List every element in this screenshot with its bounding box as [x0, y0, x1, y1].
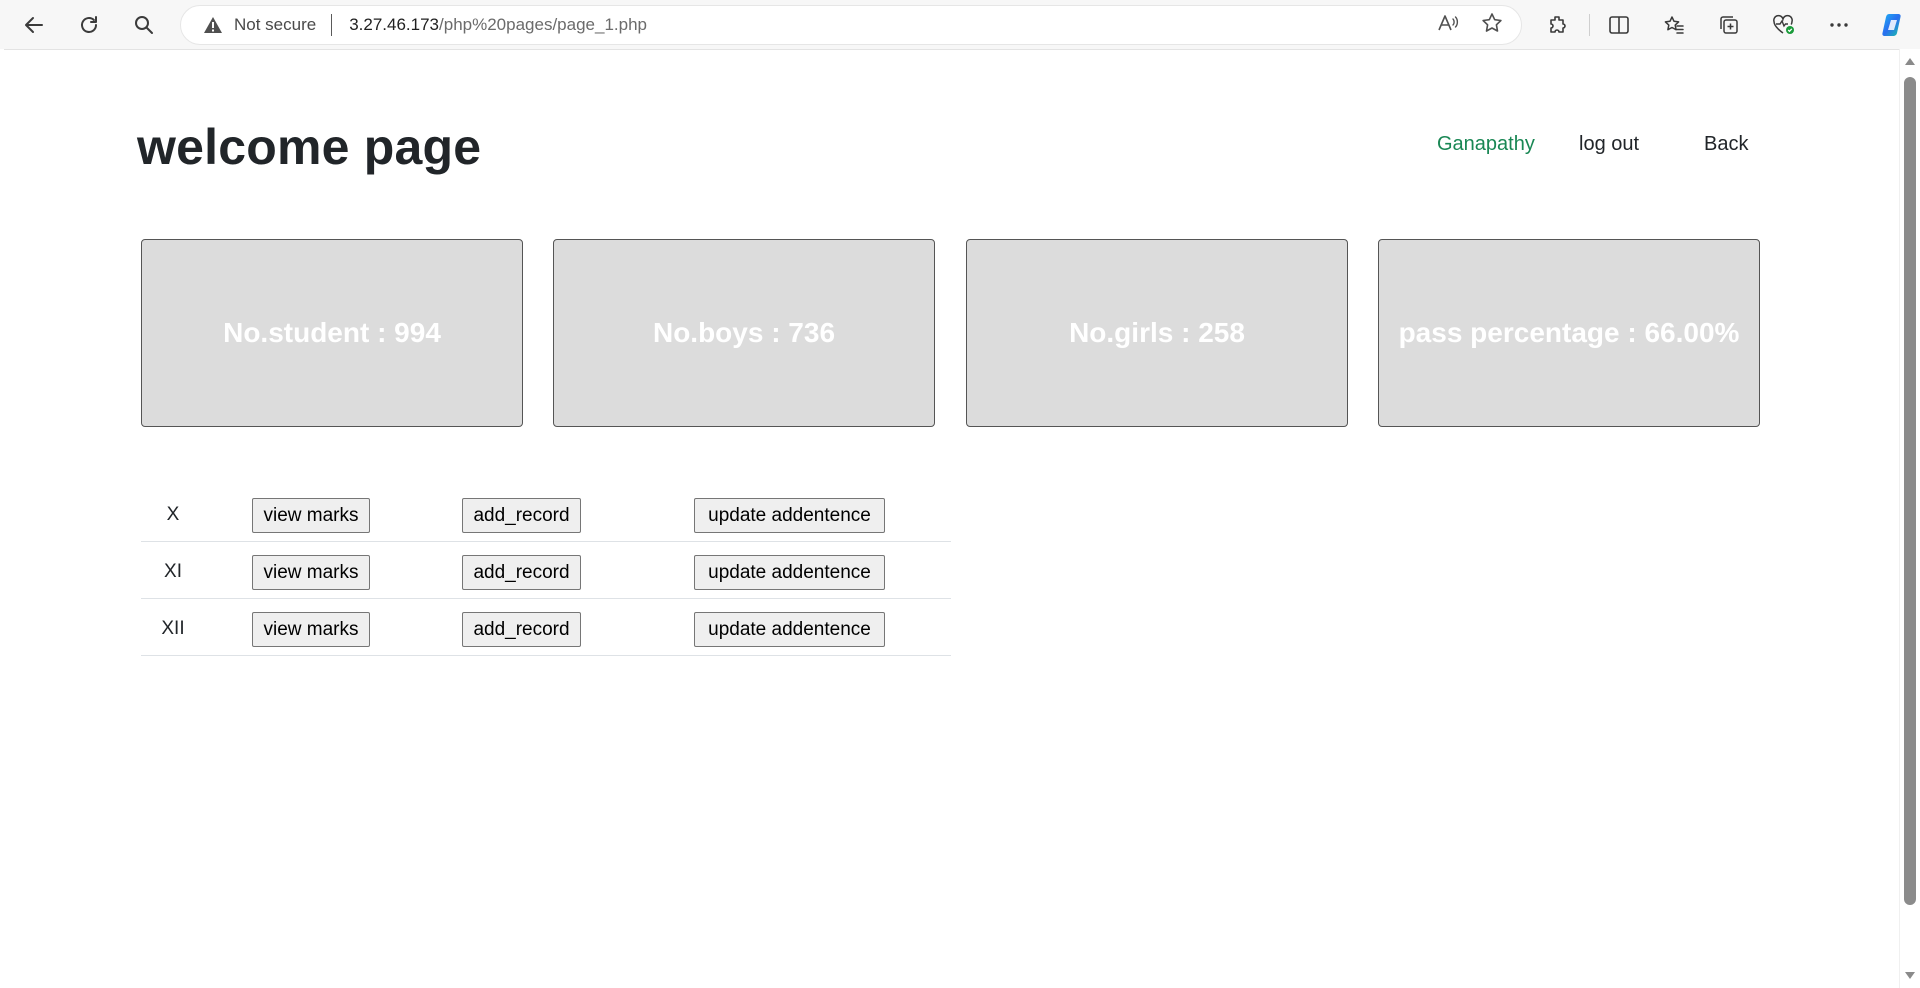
- browser-essentials-icon[interactable]: [1767, 8, 1801, 42]
- view-marks-button[interactable]: view marks: [252, 498, 370, 533]
- security-status[interactable]: Not secure: [234, 15, 316, 35]
- url-text[interactable]: 3.27.46.173/php%20pages/page_1.php: [349, 15, 647, 35]
- url-host: 3.27.46.173: [349, 15, 440, 34]
- table-row: XII view marks add_record update addente…: [141, 599, 951, 656]
- class-name: X: [166, 504, 180, 525]
- more-options-icon[interactable]: [1822, 8, 1856, 42]
- table-row: XI view marks add_record update addenten…: [141, 542, 951, 599]
- add-record-button[interactable]: add_record: [462, 555, 581, 590]
- stat-card-girls: No.girls : 258: [966, 239, 1348, 427]
- view-marks-button[interactable]: view marks: [252, 612, 370, 647]
- add-record-button[interactable]: add_record: [462, 498, 581, 533]
- address-divider: [331, 14, 333, 36]
- url-path: /php%20pages/page_1.php: [439, 15, 647, 34]
- update-attendance-button[interactable]: update addentence: [694, 498, 885, 533]
- table-row: X view marks add_record update addentenc…: [141, 485, 951, 542]
- update-attendance-button[interactable]: update addentence: [694, 612, 885, 647]
- address-bar[interactable]: Not secure 3.27.46.173/php%20pages/page_…: [180, 5, 1522, 45]
- class-name: XII: [161, 618, 185, 639]
- refresh-icon[interactable]: [71, 8, 107, 42]
- class-name: XI: [164, 561, 182, 582]
- warning-icon[interactable]: [203, 15, 223, 35]
- favorite-star-icon[interactable]: [1481, 12, 1503, 39]
- logout-link[interactable]: log out: [1579, 133, 1639, 157]
- scroll-up-arrow-icon[interactable]: [1905, 58, 1915, 65]
- browser-toolbar: Not secure 3.27.46.173/php%20pages/page_…: [0, 0, 1920, 49]
- page-scrollbar[interactable]: [1899, 49, 1920, 988]
- update-attendance-button[interactable]: update addentence: [694, 555, 885, 590]
- split-screen-icon[interactable]: [1602, 8, 1636, 42]
- stat-card-students: No.student : 994: [141, 239, 523, 427]
- user-name-link[interactable]: Ganapathy: [1437, 133, 1535, 157]
- view-marks-button[interactable]: view marks: [252, 555, 370, 590]
- scroll-down-arrow-icon[interactable]: [1905, 972, 1915, 979]
- stat-card-boys: No.boys : 736: [553, 239, 935, 427]
- copilot-icon[interactable]: [1877, 8, 1911, 42]
- back-link[interactable]: Back: [1704, 133, 1748, 157]
- favorites-icon[interactable]: [1657, 8, 1691, 42]
- add-record-button[interactable]: add_record: [462, 612, 581, 647]
- stat-card-pass-percentage: pass percentage : 66.00%: [1378, 239, 1760, 427]
- extensions-icon[interactable]: [1541, 8, 1575, 42]
- scroll-thumb[interactable]: [1904, 77, 1916, 905]
- class-actions-table: X view marks add_record update addentenc…: [141, 485, 951, 656]
- read-aloud-icon[interactable]: [1437, 13, 1459, 38]
- back-arrow-icon[interactable]: [16, 8, 52, 42]
- toolbar-divider: [1589, 14, 1590, 36]
- search-icon[interactable]: [126, 8, 162, 42]
- page-title: welcome page: [137, 119, 482, 175]
- address-actions: [1437, 6, 1503, 44]
- collections-icon[interactable]: [1712, 8, 1746, 42]
